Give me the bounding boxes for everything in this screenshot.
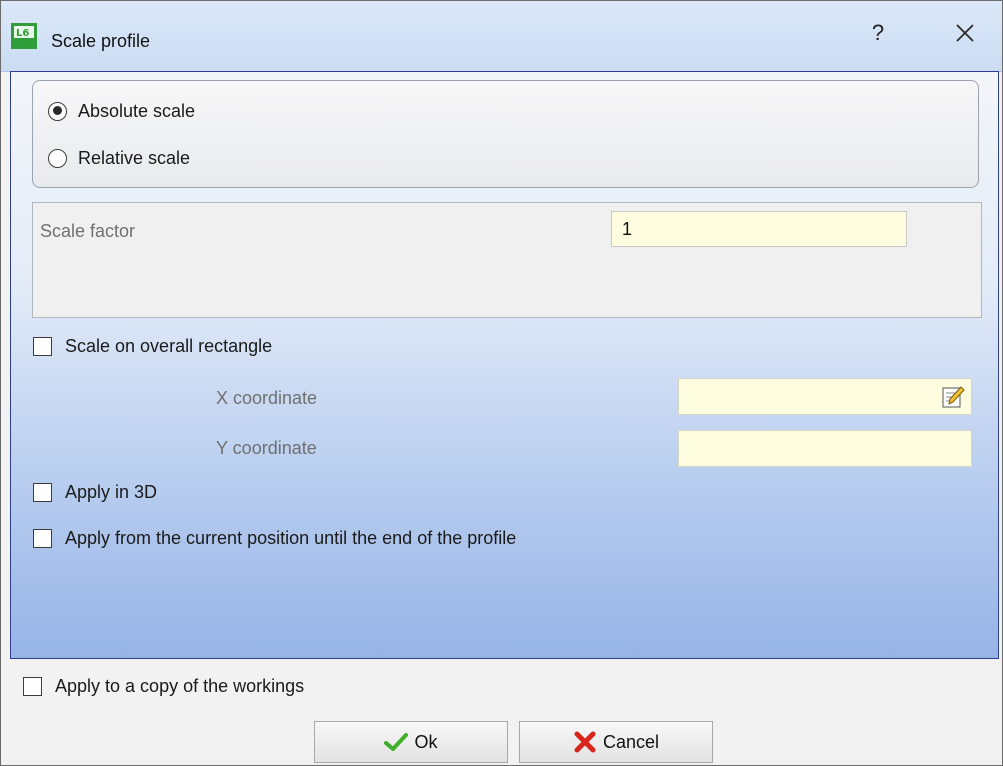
absolute-scale-label: Absolute scale: [78, 100, 196, 121]
svg-text:L6: L6: [16, 28, 29, 39]
help-button[interactable]: ?: [863, 16, 893, 50]
title-bar: L6 Scale profile ?: [1, 1, 1002, 72]
apply-from-current-label: Apply from the current position until th…: [65, 528, 517, 548]
edit-icon[interactable]: [941, 385, 965, 409]
scale-overall-rectangle-option[interactable]: Scale on overall rectangle: [33, 336, 272, 357]
apply-3d-checkbox[interactable]: [33, 483, 52, 502]
close-icon: [956, 24, 974, 42]
cancel-label: Cancel: [602, 731, 660, 752]
relative-scale-radio[interactable]: [48, 148, 67, 168]
window-title: Scale profile: [51, 31, 151, 51]
help-icon: ?: [871, 20, 885, 45]
cancel-button[interactable]: Cancel: [519, 721, 713, 763]
apply-to-copy-option[interactable]: Apply to a copy of the workings: [23, 676, 304, 697]
apply-3d-option[interactable]: Apply in 3D: [33, 482, 157, 503]
apply-from-current-checkbox[interactable]: [33, 529, 52, 548]
scale-profile-dialog: L6 Scale profile ? Absolute scale Relati…: [0, 0, 1003, 766]
scale-factor-label: Scale factor: [40, 221, 136, 241]
cross-icon: [574, 731, 596, 753]
dialog-body: Absolute scale Relative scale Scale fact…: [10, 71, 999, 659]
apply-from-current-option[interactable]: Apply from the current position until th…: [33, 528, 516, 549]
apply-3d-label: Apply in 3D: [65, 482, 158, 502]
scale-mode-group: Absolute scale Relative scale: [32, 80, 979, 188]
apply-to-copy-label: Apply to a copy of the workings: [55, 676, 305, 696]
ok-label: Ok: [414, 731, 438, 752]
x-coordinate-label: X coordinate: [216, 388, 318, 408]
close-button[interactable]: [947, 16, 983, 50]
absolute-scale-option[interactable]: Absolute scale: [48, 97, 195, 125]
scale-overall-rectangle-label: Scale on overall rectangle: [65, 336, 273, 356]
app-icon: L6: [11, 23, 37, 49]
apply-to-copy-checkbox[interactable]: [23, 677, 42, 696]
y-coordinate-input[interactable]: [678, 430, 972, 467]
checkmark-icon: [384, 733, 409, 751]
x-coordinate-input[interactable]: [678, 378, 972, 415]
relative-scale-option[interactable]: Relative scale: [48, 144, 190, 172]
scale-factor-input[interactable]: 1: [611, 211, 907, 247]
ok-button[interactable]: Ok: [314, 721, 508, 763]
scale-overall-rectangle-checkbox[interactable]: [33, 337, 52, 356]
y-coordinate-label: Y coordinate: [216, 438, 317, 458]
scale-factor-panel: Scale factor 1: [32, 202, 982, 318]
relative-scale-label: Relative scale: [78, 147, 191, 168]
absolute-scale-radio[interactable]: [48, 101, 67, 121]
